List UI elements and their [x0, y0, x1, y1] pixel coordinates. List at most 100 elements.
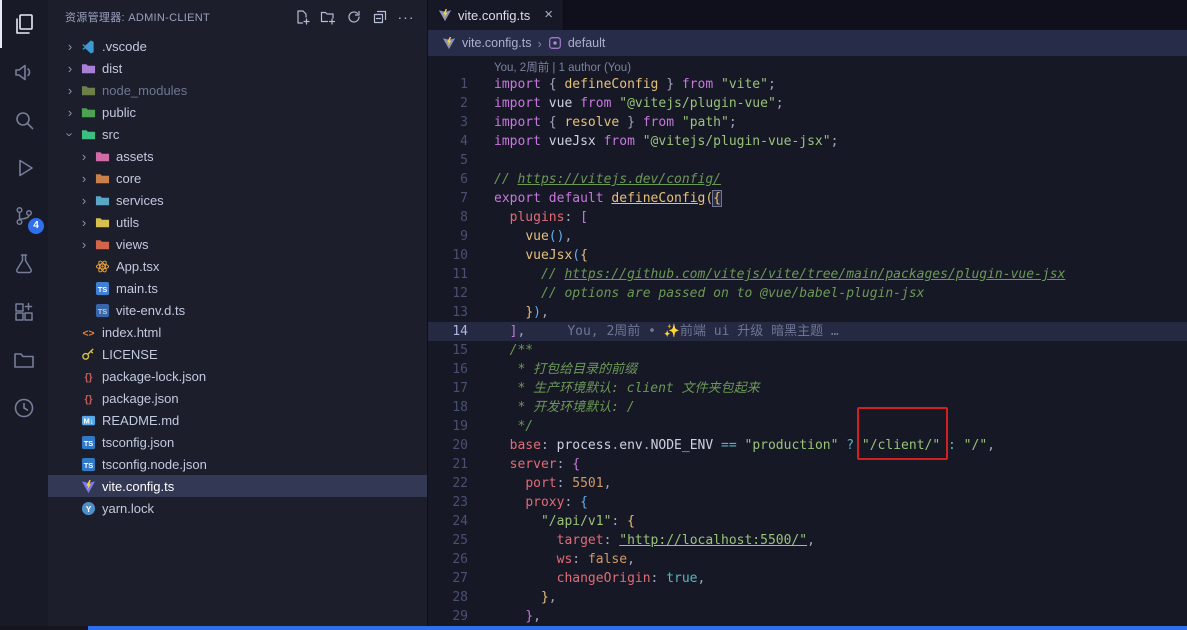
code-line-27[interactable]: 27 changeOrigin: true, [428, 569, 1187, 588]
codelens-annotation[interactable]: You, 2周前 | 1 author (You) [494, 56, 631, 75]
code-line-15[interactable]: 15 /** [428, 341, 1187, 360]
line-number[interactable]: 23 [428, 493, 468, 512]
code-line-29[interactable]: 29 }, [428, 607, 1187, 626]
more-button[interactable]: ··· [395, 6, 417, 28]
tree-item-assets[interactable]: ›assets [48, 145, 427, 167]
code-line-2[interactable]: 2import vue from "@vitejs/plugin-vue"; [428, 94, 1187, 113]
activity-item-source-control[interactable]: 4 [0, 192, 48, 240]
code-line-26[interactable]: 26 ws: false, [428, 550, 1187, 569]
code-line-19[interactable]: 19 */ [428, 417, 1187, 436]
line-number[interactable]: 29 [428, 607, 468, 626]
chevron-expanded-icon[interactable]: › [63, 126, 78, 142]
line-number[interactable]: 5 [428, 151, 468, 170]
tree-item-main.ts[interactable]: TSmain.ts [48, 277, 427, 299]
tree-item-services[interactable]: ›services [48, 189, 427, 211]
chevron-collapsed-icon[interactable]: › [62, 83, 78, 98]
tab-vite-config-ts[interactable]: vite.config.ts × [428, 0, 564, 30]
code-line-9[interactable]: 9 vue(), [428, 227, 1187, 246]
tree-item-README.md[interactable]: M↓README.md [48, 409, 427, 431]
code-line-14[interactable]: 14 ],You, 2周前 • ✨前端 ui 升级 暗黑主题 … [428, 322, 1187, 341]
activity-item-file-manager[interactable] [0, 336, 48, 384]
line-number[interactable]: 10 [428, 246, 468, 265]
code-line-10[interactable]: 10 vueJsx({ [428, 246, 1187, 265]
tree-item-dist[interactable]: ›dist [48, 57, 427, 79]
line-number[interactable]: 19 [428, 417, 468, 436]
tree-item-views[interactable]: ›views [48, 233, 427, 255]
line-number[interactable]: 27 [428, 569, 468, 588]
line-number[interactable]: 25 [428, 531, 468, 550]
tree-item-src[interactable]: ›src [48, 123, 427, 145]
code-line-5[interactable]: 5 [428, 151, 1187, 170]
activity-item-extensions[interactable] [0, 288, 48, 336]
line-number[interactable]: 24 [428, 512, 468, 531]
activity-item-broadcast[interactable] [0, 48, 48, 96]
tree-item-public[interactable]: ›public [48, 101, 427, 123]
collapse-all-button[interactable] [369, 6, 391, 28]
breadcrumb-symbol[interactable]: default [568, 36, 606, 50]
chevron-collapsed-icon[interactable]: › [76, 149, 92, 164]
tree-item-vite-env.d.ts[interactable]: TSvite-env.d.ts [48, 299, 427, 321]
code-line-16[interactable]: 16 * 打包给目录的前缀 [428, 360, 1187, 379]
line-number[interactable]: 12 [428, 284, 468, 303]
tree-item-.vscode[interactable]: ›.vscode [48, 35, 427, 57]
line-number[interactable]: 3 [428, 113, 468, 132]
line-number[interactable]: 11 [428, 265, 468, 284]
code-line-7[interactable]: 7export default defineConfig({ [428, 189, 1187, 208]
chevron-collapsed-icon[interactable]: › [62, 105, 78, 120]
chevron-collapsed-icon[interactable]: › [62, 39, 78, 54]
chevron-collapsed-icon[interactable]: › [62, 61, 78, 76]
code-line-23[interactable]: 23 proxy: { [428, 493, 1187, 512]
line-number[interactable]: 15 [428, 341, 468, 360]
line-number[interactable]: 4 [428, 132, 468, 151]
tree-item-LICENSE[interactable]: LICENSE [48, 343, 427, 365]
refresh-button[interactable] [343, 6, 365, 28]
line-number[interactable]: 6 [428, 170, 468, 189]
activity-item-explorer[interactable] [0, 0, 48, 48]
tree-item-index.html[interactable]: <>index.html [48, 321, 427, 343]
line-number[interactable]: 13 [428, 303, 468, 322]
tree-item-node_modules[interactable]: ›node_modules [48, 79, 427, 101]
code-line-12[interactable]: 12 // options are passed on to @vue/babe… [428, 284, 1187, 303]
line-number[interactable]: 14 [428, 322, 468, 341]
code-line-21[interactable]: 21 server: { [428, 455, 1187, 474]
tree-item-vite.config.ts[interactable]: vite.config.ts [48, 475, 427, 497]
activity-item-testing[interactable] [0, 240, 48, 288]
tree-item-tsconfig.json[interactable]: TStsconfig.json [48, 431, 427, 453]
code-line-6[interactable]: 6// https://vitejs.dev/config/ [428, 170, 1187, 189]
line-number[interactable]: 21 [428, 455, 468, 474]
line-number[interactable]: 7 [428, 189, 468, 208]
breadcrumb-file[interactable]: vite.config.ts [462, 36, 531, 50]
tree-item-App.tsx[interactable]: App.tsx [48, 255, 427, 277]
line-number[interactable]: 1 [428, 75, 468, 94]
line-number[interactable]: 2 [428, 94, 468, 113]
line-number[interactable]: 9 [428, 227, 468, 246]
tree-item-core[interactable]: ›core [48, 167, 427, 189]
chevron-collapsed-icon[interactable]: › [76, 215, 92, 230]
tree-item-utils[interactable]: ›utils [48, 211, 427, 233]
activity-item-search[interactable] [0, 96, 48, 144]
code-editor[interactable]: You, 2周前 | 1 author (You) 1import { defi… [428, 56, 1187, 626]
tree-item-package-lock.json[interactable]: {}package-lock.json [48, 365, 427, 387]
code-line-20[interactable]: 20 base: process.env.NODE_ENV == "produc… [428, 436, 1187, 455]
code-line-22[interactable]: 22 port: 5501, [428, 474, 1187, 493]
code-line-25[interactable]: 25 target: "http://localhost:5500/", [428, 531, 1187, 550]
new-file-button[interactable] [291, 6, 313, 28]
line-number[interactable]: 16 [428, 360, 468, 379]
code-line-1[interactable]: 1import { defineConfig } from "vite"; [428, 75, 1187, 94]
line-number[interactable]: 8 [428, 208, 468, 227]
code-line-4[interactable]: 4import vueJsx from "@vitejs/plugin-vue-… [428, 132, 1187, 151]
chevron-collapsed-icon[interactable]: › [76, 237, 92, 252]
close-tab-icon[interactable]: × [544, 8, 553, 22]
line-number[interactable]: 18 [428, 398, 468, 417]
line-number[interactable]: 17 [428, 379, 468, 398]
code-line-13[interactable]: 13 }), [428, 303, 1187, 322]
code-line-3[interactable]: 3import { resolve } from "path"; [428, 113, 1187, 132]
tree-item-package.json[interactable]: {}package.json [48, 387, 427, 409]
code-line-28[interactable]: 28 }, [428, 588, 1187, 607]
code-line-18[interactable]: 18 * 开发环境默认: / [428, 398, 1187, 417]
line-number[interactable]: 22 [428, 474, 468, 493]
code-line-17[interactable]: 17 * 生产环境默认: client 文件夹包起来 [428, 379, 1187, 398]
tree-item-yarn.lock[interactable]: Yyarn.lock [48, 497, 427, 519]
chevron-collapsed-icon[interactable]: › [76, 171, 92, 186]
code-line-11[interactable]: 11 // https://github.com/vitejs/vite/tre… [428, 265, 1187, 284]
